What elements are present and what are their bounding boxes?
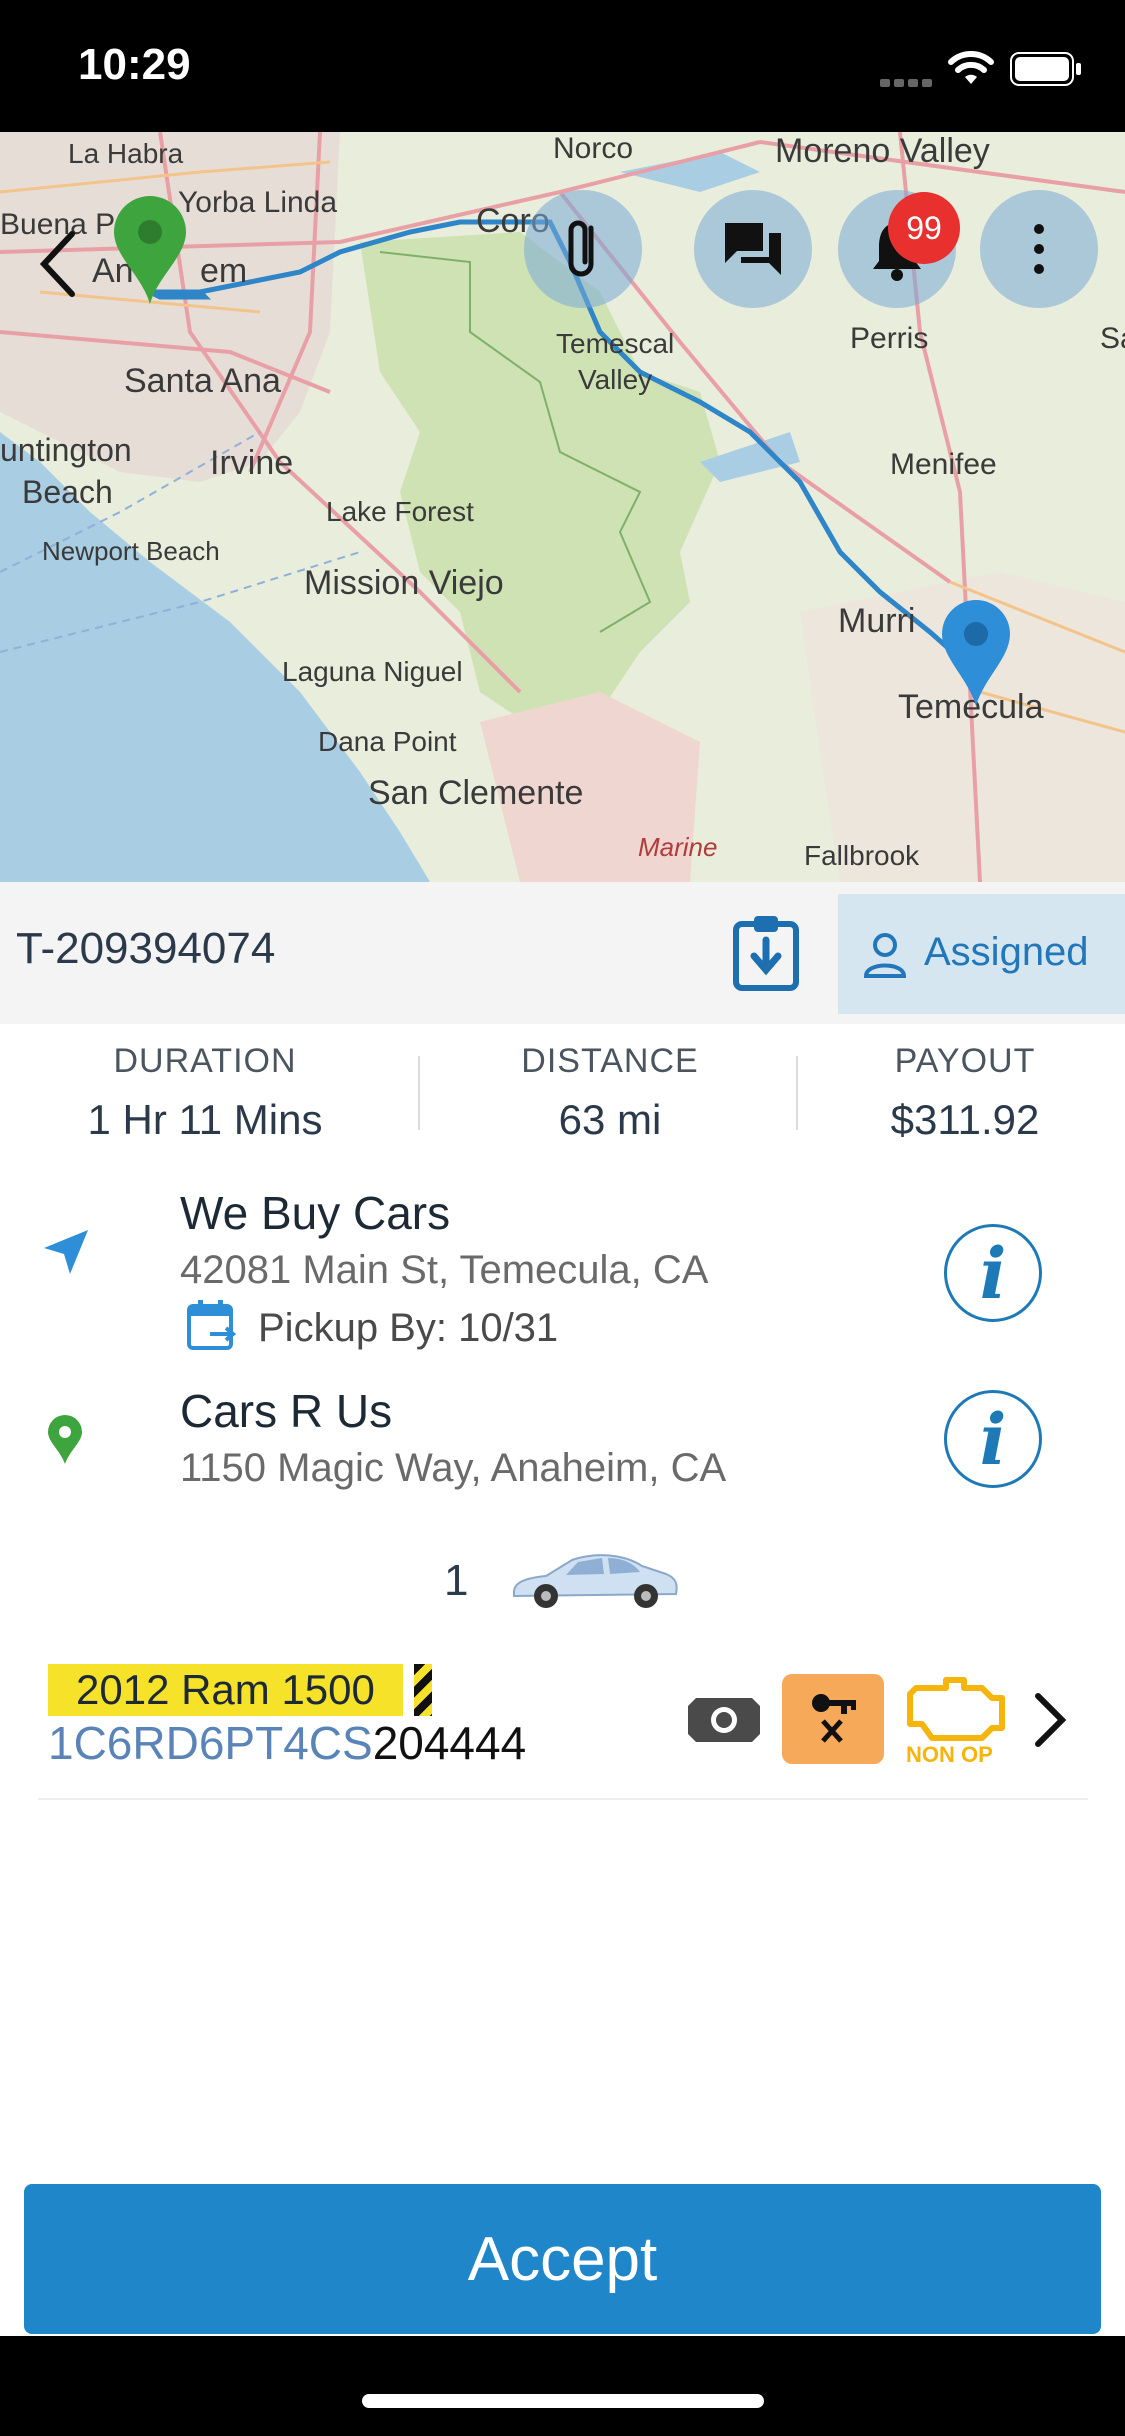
messages-button[interactable] (694, 190, 812, 308)
wifi-icon (948, 50, 994, 90)
order-id: T-209394074 (16, 924, 276, 973)
chevron-left-icon (39, 231, 75, 297)
vehicle-count: 1 (444, 1556, 469, 1605)
vin-prefix: 1C6RD6PT4CS (48, 1717, 373, 1769)
navigation-arrow-icon (40, 1226, 92, 1282)
map-label: Murri (838, 602, 916, 640)
map-label: Irvine (210, 444, 294, 482)
map-label: Norco (553, 132, 634, 165)
pickup-map-pin-icon[interactable] (940, 598, 1012, 712)
route-map[interactable]: La Habra Norco Moreno Valley Yorba Linda… (0, 132, 1125, 882)
cash-payment-icon (686, 1692, 762, 1752)
row-divider (38, 1798, 1088, 1800)
dropoff-address: 1150 Magic Way, Anaheim, CA (180, 1446, 727, 1490)
pickup-info-button[interactable]: i (944, 1224, 1042, 1322)
calendar-icon (186, 1298, 238, 1356)
map-label: Beach (22, 474, 113, 510)
map-label: Laguna Niguel (282, 656, 463, 687)
info-icon: i (979, 1397, 1007, 1481)
dropoff-info-button[interactable]: i (944, 1390, 1042, 1488)
battery-icon (1010, 52, 1082, 90)
map-label: Santa Ana (124, 362, 281, 400)
payout-value: $311.92 (890, 1096, 1040, 1143)
car-icon (506, 1548, 682, 1616)
info-icon: i (979, 1231, 1007, 1315)
map-label: Temescal (556, 328, 675, 359)
non-op-label: NON OP (906, 1742, 993, 1767)
chat-icon (725, 223, 781, 275)
more-vertical-icon (1034, 224, 1044, 274)
notification-count-badge: 99 (888, 192, 960, 264)
payout-label: PAYOUT (894, 1042, 1036, 1080)
status-bar: 10:29 (0, 0, 1125, 132)
attachment-button[interactable] (524, 190, 642, 308)
check-engine-icon: NON OP (902, 1674, 1008, 1767)
home-indicator[interactable] (362, 2394, 764, 2408)
status-time: 10:29 (78, 40, 191, 89)
map-label: Menifee (890, 448, 997, 481)
location-pin-icon (46, 1414, 84, 1470)
map-label: Lake Forest (326, 496, 474, 527)
cellular-signal-icon (880, 72, 936, 91)
map-label: em (200, 252, 248, 290)
map-label: Dana Point (318, 726, 457, 757)
map-label: Yorba Linda (178, 186, 338, 219)
assigned-status-label: Assigned (924, 930, 1089, 974)
map-label: Mission Viejo (304, 564, 504, 602)
no-keys-icon (782, 1674, 884, 1764)
map-label: Moreno Valley (775, 132, 990, 170)
vehicle-title: 2012 Ram 1500 (48, 1664, 403, 1716)
map-label: Sa (1100, 322, 1125, 355)
vin-suffix: 204444 (372, 1717, 527, 1769)
paperclip-icon (568, 220, 594, 277)
map-label: Newport Beach (42, 536, 220, 566)
vehicle-vin: 1C6RD6PT4CS204444 (48, 1716, 526, 1770)
more-options-button[interactable] (980, 190, 1098, 308)
map-label: Valley (578, 364, 653, 395)
hazard-stripe (414, 1664, 432, 1716)
distance-label: DISTANCE (521, 1042, 699, 1080)
download-clipboard-button[interactable] (730, 912, 802, 992)
map-label: San Clemente (368, 774, 584, 812)
stat-divider (796, 1056, 798, 1130)
pickup-name: We Buy Cars (180, 1187, 451, 1239)
user-icon (862, 932, 908, 982)
pickup-address: 42081 Main St, Temecula, CA (180, 1248, 709, 1292)
dropoff-name: Cars R Us (180, 1385, 393, 1437)
stat-divider (418, 1056, 420, 1130)
chevron-right-icon[interactable] (1030, 1690, 1070, 1754)
map-label: Marine (638, 832, 718, 862)
back-button[interactable] (28, 218, 88, 308)
accept-button[interactable]: Accept (24, 2184, 1101, 2334)
dropoff-map-pin-icon[interactable] (112, 196, 188, 310)
distance-value: 63 mi (558, 1096, 662, 1143)
map-label: untington (0, 432, 132, 468)
pickup-by-date: Pickup By: 10/31 (258, 1306, 559, 1350)
map-label: Perris (850, 322, 929, 355)
home-bar (0, 2336, 1125, 2436)
clipboard-download-icon (733, 916, 799, 991)
duration-label: DURATION (113, 1042, 297, 1080)
map-label: La Habra (68, 138, 184, 169)
duration-value: 1 Hr 11 Mins (87, 1096, 323, 1143)
map-label: Fallbrook (804, 840, 920, 871)
